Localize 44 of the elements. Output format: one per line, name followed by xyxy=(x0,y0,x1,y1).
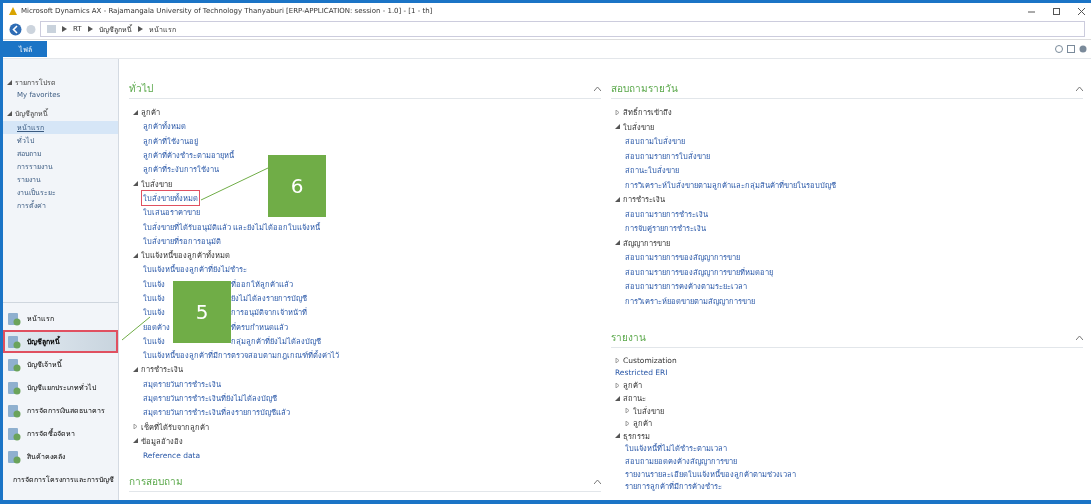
app-icon xyxy=(9,7,17,15)
maximize-icon[interactable] xyxy=(1053,7,1060,15)
callout-label: 6 xyxy=(268,155,326,217)
module-icon xyxy=(7,402,21,419)
help-icon[interactable] xyxy=(1055,45,1063,53)
module-icon xyxy=(7,356,21,373)
collapse-icon[interactable] xyxy=(594,86,601,91)
expanded-icon[interactable] xyxy=(7,111,12,116)
separator-icon xyxy=(137,26,143,32)
collapsed-icon[interactable] xyxy=(615,383,620,388)
window-icon[interactable] xyxy=(1067,45,1075,53)
collapse-icon[interactable] xyxy=(1076,86,1083,91)
expanded-icon[interactable] xyxy=(7,80,12,85)
separator-icon xyxy=(62,26,67,32)
separator-icon xyxy=(87,26,93,32)
section-title: ทั่วไป xyxy=(129,81,153,96)
section-title: สอบถามรายวัน xyxy=(611,82,678,96)
module-icon xyxy=(7,448,21,465)
expanded-icon[interactable] xyxy=(133,367,138,372)
module-icon xyxy=(7,425,21,442)
section-title: รายงาน xyxy=(611,331,646,345)
collapsed-icon[interactable] xyxy=(615,109,620,115)
expanded-icon[interactable] xyxy=(133,438,138,444)
settings-icon[interactable] xyxy=(1079,45,1087,53)
back-icon[interactable] xyxy=(9,22,22,36)
module-icon xyxy=(7,333,21,350)
collapse-icon[interactable] xyxy=(594,479,601,485)
expanded-icon[interactable] xyxy=(133,252,138,258)
close-icon[interactable] xyxy=(1078,7,1085,15)
collapsed-icon[interactable] xyxy=(615,357,620,363)
expanded-icon[interactable] xyxy=(133,109,138,115)
expanded-icon[interactable] xyxy=(615,240,620,246)
expanded-icon[interactable] xyxy=(615,196,620,202)
expanded-icon[interactable] xyxy=(615,395,620,401)
expanded-icon[interactable] xyxy=(615,433,620,439)
expanded-icon[interactable] xyxy=(133,181,138,187)
module-icon xyxy=(7,379,21,396)
section-title: การสอบถาม xyxy=(129,475,183,490)
callout-label: 5 xyxy=(173,281,231,344)
collapse-icon[interactable] xyxy=(1076,335,1083,340)
collapsed-icon[interactable] xyxy=(133,424,138,430)
module-icon xyxy=(7,310,21,327)
expanded-icon[interactable] xyxy=(615,124,620,130)
grid-icon xyxy=(47,25,56,33)
